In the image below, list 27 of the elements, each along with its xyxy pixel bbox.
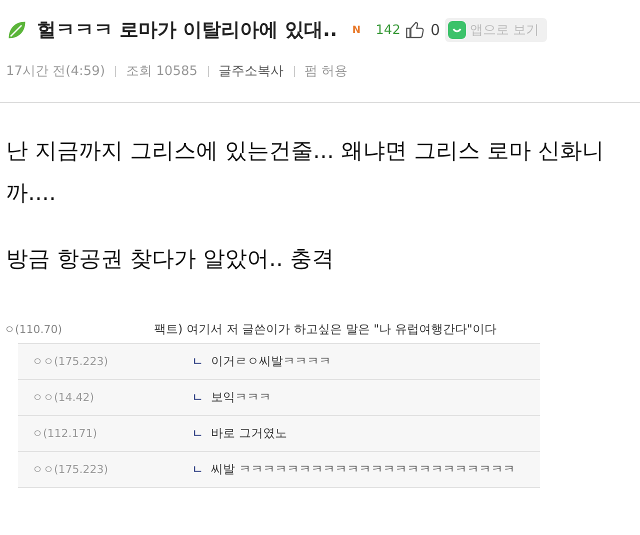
reply-marker: ㄴ: [192, 426, 203, 441]
reply-marker: ㄴ: [192, 462, 203, 477]
comment-text: 팩트) 여기서 저 글쓴이가 하고싶은 말은 "나 유럽여행간다"이다: [154, 320, 496, 338]
copy-address-link[interactable]: 글주소복사: [218, 62, 284, 80]
reply-marker: ㄴ: [192, 390, 203, 405]
thumbs-up-icon[interactable]: [405, 20, 426, 40]
reply-text: 씨발 ㅋㅋㅋㅋㅋㅋㅋㅋㅋㅋㅋㅋㅋㅋㅋㅋㅋㅋㅋㅋㅋㅋㅋ: [211, 461, 515, 478]
comment-author: ㅇ(110.70): [4, 322, 64, 336]
comment-author: ㅇ(112.171): [32, 426, 98, 441]
post-title: 헐ㅋㅋㅋ 로마가 이탈리아에 있대..: [37, 18, 338, 43]
new-mark: N: [352, 24, 361, 36]
meta-text: 조회 10585: [126, 63, 198, 80]
reply-text: 바로 그거였노: [211, 425, 287, 442]
meta-text: 17시간 전(4:59): [6, 63, 106, 80]
smile-icon: [448, 21, 466, 39]
comment-author: ㅇㅇ(14.42): [32, 390, 96, 405]
comment-author: ㅇㅇ(175.223): [32, 462, 110, 477]
leaf-icon: [6, 19, 28, 41]
meta-text: 펌 허용: [304, 63, 348, 80]
comment-author: ㅇㅇ(175.223): [32, 354, 110, 369]
post-paragraph: 방금 항공권 찾다가 알았어.. 충격: [6, 246, 335, 274]
reply-text: 이거ㄹㅇ씨발ㅋㅋㅋㅋ: [211, 353, 331, 370]
recommend-count: 142: [376, 22, 400, 38]
reply-text: 보익ㅋㅋㅋ: [211, 389, 271, 406]
reply-marker: ㄴ: [192, 354, 203, 369]
like-count: 0: [430, 21, 440, 39]
post-paragraph: 난 지금까지 그리스에 있는건줄... 왜냐면 그리스 로마 신화니까....: [6, 138, 605, 208]
